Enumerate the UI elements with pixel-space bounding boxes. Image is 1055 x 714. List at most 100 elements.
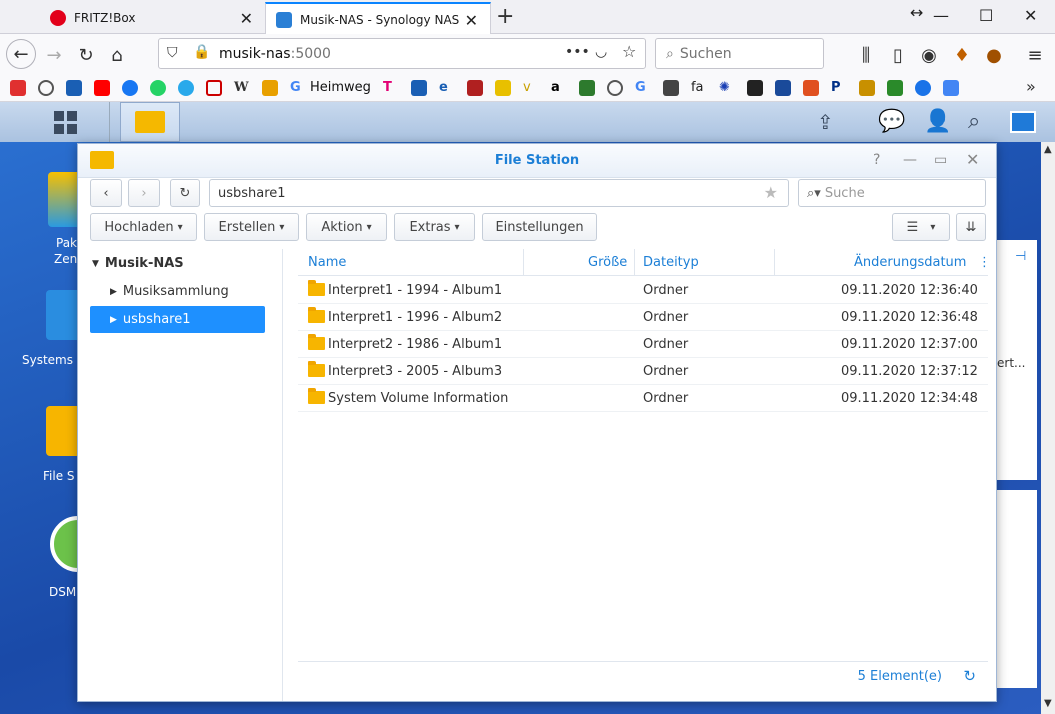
upload-button[interactable]: Hochladen [90, 213, 197, 241]
table-row[interactable]: Interpret1 - 1996 - Album2 Ordner 09.11.20… [298, 304, 988, 331]
bookmark-icon[interactable] [858, 79, 875, 96]
search-input[interactable]: ⌕ Suchen [655, 38, 824, 69]
pocket-icon[interactable]: ◡ [595, 44, 607, 60]
more-actions-icon[interactable]: ••• [565, 44, 590, 60]
tree-root[interactable]: ▼ Musik-NAS [90, 250, 265, 277]
bookmark-heimweg[interactable]: Heimweg [310, 80, 371, 95]
globe-icon[interactable] [606, 79, 623, 96]
refresh-button[interactable]: ↻ [170, 179, 200, 207]
insecure-lock-icon[interactable]: 🔒 [193, 44, 210, 60]
account-icon[interactable]: ◉ [915, 41, 943, 69]
back-button[interactable]: ← [6, 39, 36, 69]
help-icon[interactable]: ? [873, 152, 880, 168]
column-separator[interactable] [774, 249, 775, 276]
star-icon[interactable]: ☆ [622, 42, 636, 61]
bookmark-icon[interactable]: fa [691, 80, 707, 96]
menu-icon[interactable]: ≡ [1021, 41, 1049, 69]
facebook-icon[interactable] [122, 79, 138, 96]
minimize-button[interactable]: — [903, 152, 917, 168]
amazon-icon[interactable]: a [551, 80, 567, 96]
expand-icon[interactable]: ▶ [110, 287, 117, 297]
table-row[interactable]: Interpret3 - 2005 - Album3 Ordner 09.11.20… [298, 358, 988, 385]
google-icon[interactable]: G [290, 80, 306, 96]
forward-button[interactable]: › [128, 179, 160, 207]
reload-button[interactable]: ↻ [72, 41, 100, 69]
bookmark-icon[interactable] [66, 79, 82, 96]
wikipedia-icon[interactable]: W [234, 80, 250, 96]
file-search-input[interactable]: ⌕▾ Suche [798, 179, 986, 207]
bookmark-icon[interactable] [494, 79, 511, 96]
bookmark-icon[interactable]: ✺ [719, 80, 735, 96]
back-button[interactable]: ‹ [90, 179, 122, 207]
extras-button[interactable]: Extras [394, 213, 475, 241]
extension-icon[interactable]: ♦ [948, 41, 976, 69]
column-menu-icon[interactable]: ⋮ [978, 255, 991, 270]
main-menu-button[interactable] [22, 102, 110, 142]
table-row[interactable]: System Volume Information Ordner 09.11.202… [298, 385, 988, 412]
whatsapp-icon[interactable] [150, 79, 166, 96]
account-icon[interactable] [914, 79, 931, 96]
new-tab-button[interactable]: + [496, 4, 514, 29]
sort-button[interactable]: ⇊ [956, 213, 986, 241]
column-size[interactable]: Größe [588, 255, 627, 270]
google-icon[interactable]: G [635, 80, 651, 96]
path-input[interactable]: usbshare1 ★ [209, 179, 789, 207]
action-button[interactable]: Aktion [306, 213, 387, 241]
bookmark-icon[interactable] [262, 79, 278, 96]
sidebar-icon[interactable]: ▯ [884, 41, 912, 69]
more-bookmarks-icon[interactable]: » [1026, 77, 1036, 96]
bookmark-icon[interactable] [578, 79, 595, 96]
column-separator[interactable] [523, 249, 524, 276]
column-name[interactable]: Name [308, 255, 346, 270]
upload-queue-icon[interactable]: ⇪ [817, 110, 834, 134]
bookmark-icon[interactable] [746, 79, 763, 96]
maximize-button[interactable]: ☐ [979, 6, 993, 25]
telekom-icon[interactable]: T [383, 80, 399, 96]
user-icon[interactable]: 👤 [924, 109, 951, 134]
close-button[interactable]: ✕ [966, 150, 979, 169]
create-button[interactable]: Erstellen [204, 213, 299, 241]
search-icon[interactable]: ⌕ [968, 109, 980, 134]
bookmark-icon[interactable] [206, 79, 222, 96]
page-scrollbar[interactable]: ▲ ▼ [1041, 142, 1055, 714]
scroll-down-icon[interactable]: ▼ [1044, 698, 1052, 709]
paypal-icon[interactable]: P [831, 80, 847, 96]
tree-item-musiksammlung[interactable]: ▶ Musiksammlung [90, 278, 265, 305]
edge-icon[interactable]: e [439, 80, 455, 96]
bookmark-icon[interactable]: v [523, 80, 539, 96]
warning-icon[interactable] [10, 79, 26, 96]
bookmark-icon[interactable] [662, 79, 679, 96]
tree-item-usbshare1[interactable]: ▶ usbshare1 [90, 306, 265, 333]
close-tab-icon[interactable]: ✕ [465, 11, 478, 30]
widgets-icon[interactable] [1010, 111, 1036, 133]
table-row[interactable]: Interpret2 - 1986 - Album1 Ordner 09.11.20… [298, 331, 988, 358]
telegram-icon[interactable] [178, 79, 194, 96]
maximize-button[interactable]: ▭ [934, 152, 947, 168]
bookmark-icon[interactable] [466, 79, 483, 96]
bookmark-icon[interactable] [774, 79, 791, 96]
bookmark-icon[interactable] [886, 79, 903, 96]
tab-fritzbox[interactable]: FRITZ!Box ✕ [40, 2, 265, 34]
minimize-button[interactable]: — [933, 6, 949, 25]
expand-icon[interactable]: ▶ [110, 315, 117, 325]
column-modified[interactable]: Änderungsdatum [854, 255, 966, 270]
shield-icon[interactable]: ⛉ [167, 45, 178, 61]
close-tab-icon[interactable]: ✕ [240, 9, 253, 28]
view-mode-button[interactable]: ☰ ▾ [892, 213, 950, 241]
scroll-up-icon[interactable]: ▲ [1044, 144, 1052, 155]
home-button[interactable]: ⌂ [103, 41, 131, 69]
globe-icon[interactable] [38, 79, 54, 96]
bookmark-icon[interactable] [802, 79, 819, 96]
bookmark-icon[interactable] [410, 79, 427, 96]
url-bar[interactable]: ⛉ 🔒 musik-nas:5000 ••• ◡ ☆ [158, 38, 646, 69]
expand-icon[interactable]: ▼ [92, 259, 99, 269]
tab-synology[interactable]: Musik-NAS - Synology NAS ✕ [265, 2, 491, 35]
extension-icon[interactable]: ● [980, 41, 1008, 69]
close-window-button[interactable]: ✕ [1024, 6, 1037, 25]
chat-icon[interactable]: 💬 [878, 109, 905, 134]
settings-button[interactable]: Einstellungen [482, 213, 597, 241]
calendar-icon[interactable] [942, 79, 959, 96]
column-separator[interactable] [634, 249, 635, 276]
star-icon[interactable]: ★ [764, 183, 778, 202]
refresh-icon[interactable]: ↻ [963, 667, 976, 685]
